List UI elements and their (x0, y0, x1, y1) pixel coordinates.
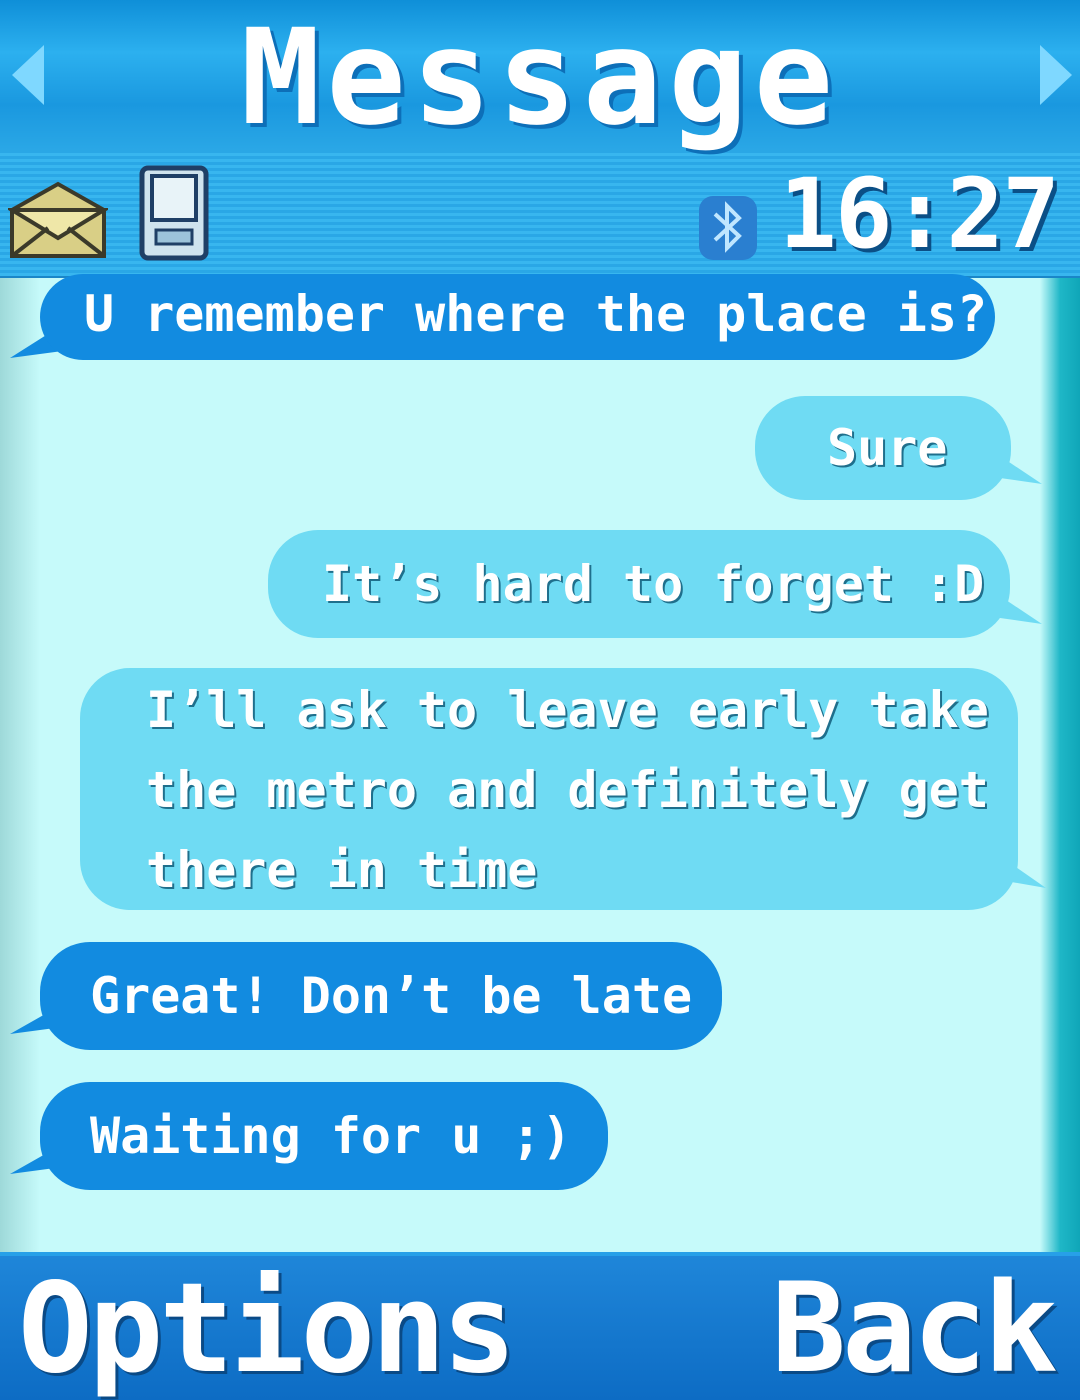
message-bubble-outgoing[interactable]: Sure (755, 396, 1011, 500)
message-text: Sure (827, 419, 948, 477)
status-row: 16:27 (0, 160, 1080, 270)
message-bubble-incoming[interactable]: Great! Don’t be late (40, 942, 722, 1050)
message-text: Waiting for u ;) (90, 1107, 572, 1165)
bluetooth-icon (699, 196, 757, 260)
clock: 16:27 (779, 158, 1060, 270)
message-text: It’s hard to forget :D (322, 555, 985, 613)
back-softkey[interactable]: Back (771, 1264, 1058, 1394)
phone-icon (139, 165, 209, 261)
message-text-line: there in time (146, 841, 538, 899)
options-softkey[interactable]: Options (18, 1264, 517, 1394)
softkey-bar: Options Back (0, 1252, 1080, 1400)
message-thread[interactable]: U remember where the place is? Sure It’s… (0, 274, 1080, 1252)
message-bubble-incoming[interactable]: Waiting for u ;) (40, 1082, 608, 1190)
message-bubble-outgoing[interactable]: I’ll ask to leave early take the metro a… (80, 668, 1018, 910)
message-bubble-outgoing[interactable]: It’s hard to forget :D (268, 530, 1010, 638)
message-text: U remember where the place is? (84, 285, 988, 343)
message-text-line: the metro and definitely get (146, 761, 989, 819)
page-title: Message (240, 1, 840, 155)
header: Message 16:27 (0, 0, 1080, 278)
message-text: Great! Don’t be late (90, 967, 693, 1025)
title-bar: Message (0, 0, 1080, 150)
arrow-right-icon[interactable] (1040, 45, 1072, 105)
phone-screen: Message 16:27 U remember where the place… (0, 0, 1080, 1400)
message-bubble-incoming[interactable]: U remember where the place is? (40, 274, 995, 360)
message-text-line: I’ll ask to leave early take (146, 681, 989, 739)
envelope-icon (8, 181, 108, 258)
